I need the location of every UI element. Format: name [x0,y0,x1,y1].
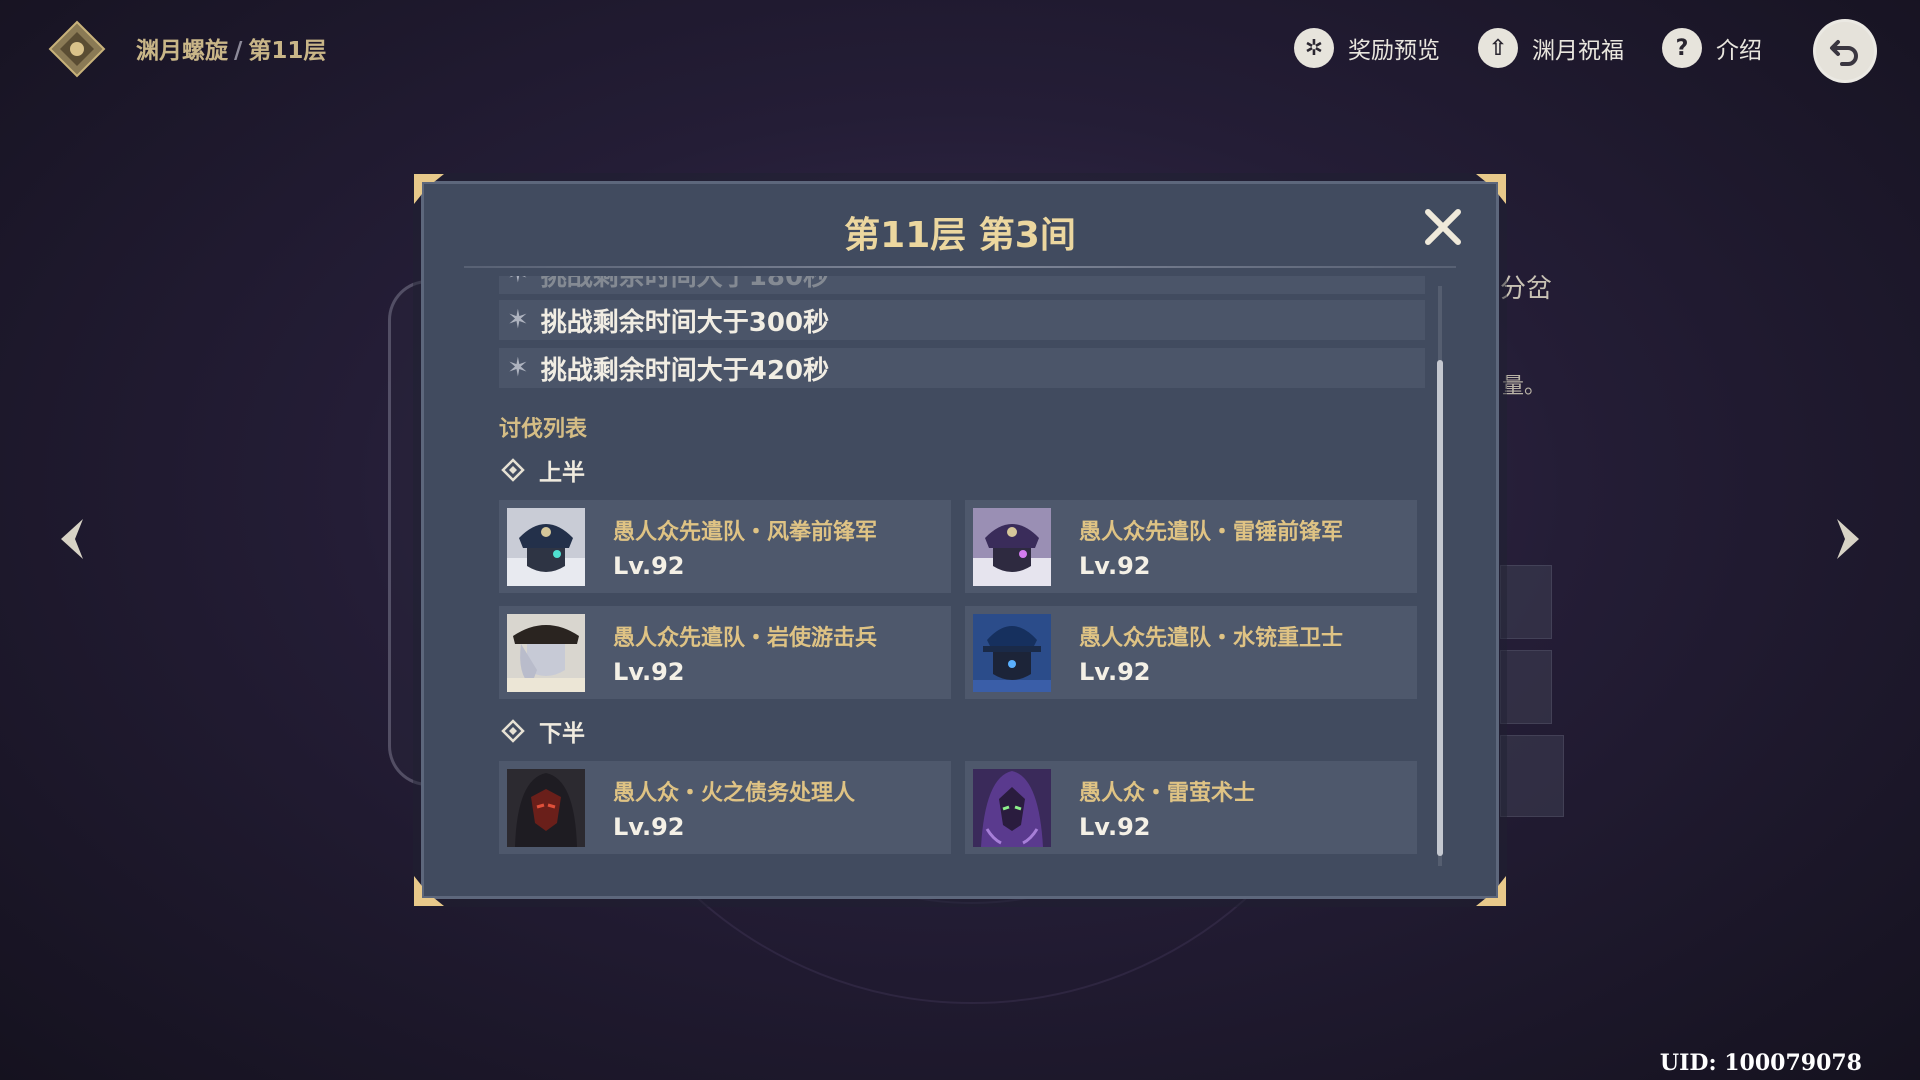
second-half-text: 下半 [539,721,585,747]
corner-ornament-icon [1476,876,1506,906]
breadcrumb-root: 渊月螺旋 [136,38,228,64]
blessing-button[interactable]: ⇧ 渊月祝福 [1478,26,1624,70]
enemy-portrait-image [507,507,585,586]
enemy-card[interactable]: 愚人众・雷萤术士 Lv.92 [965,761,1417,854]
next-chamber-button[interactable] [1822,514,1872,564]
enemy-card[interactable]: 愚人众先遣队・水铳重卫士 Lv.92 [965,606,1417,699]
diamond-icon [501,719,525,743]
breadcrumb: 渊月螺旋 / 第11层 [136,31,326,65]
back-arrow-icon [1830,40,1858,66]
background-lock-slot [1500,735,1564,817]
enemy-card[interactable]: 愚人众・火之债务处理人 Lv.92 [499,761,951,854]
first-half-text: 上半 [539,460,585,486]
enemy-portrait-image [973,507,1051,586]
background-peek-text: 分岔 [1500,274,1553,304]
reward-preview-button[interactable]: ✲ 奖励预览 [1294,26,1440,70]
title-divider [464,266,1456,268]
first-half-label: 上半 [501,453,585,487]
corner-ornament-icon [414,174,444,204]
condition-text: 挑战剩余时间大于420秒 [540,355,830,386]
enemy-card[interactable]: 愚人众先遣队・风拳前锋军 Lv.92 [499,500,951,593]
introduction-button[interactable]: ? 介绍 [1662,26,1762,70]
challenge-condition-row: ✶ 挑战剩余时间大于420秒 [499,348,1425,388]
enemy-level: Lv.92 [613,657,685,686]
breadcrumb-current: 第11层 [248,38,327,64]
star-icon: ✶ [507,305,529,335]
background-lock-slot [1500,650,1552,724]
enemy-portrait-image [973,768,1051,847]
player-uid: UID: 100079078 [1659,1050,1862,1076]
scrollbar-thumb[interactable] [1437,360,1443,856]
chevron-left-icon [61,519,83,559]
blessing-icon: ⇧ [1478,28,1518,68]
chamber-detail-modal: 第11层 第3间 ✶ 挑战剩余时间大于180秒 ✶ 挑战剩余时间大于300秒 ✶… [414,174,1506,906]
enemy-card[interactable]: 愚人众先遣队・雷锤前锋军 Lv.92 [965,500,1417,593]
modal-title: 第11层 第3间 [844,215,1076,256]
enemy-level: Lv.92 [1079,551,1151,580]
close-icon [1425,209,1461,245]
reward-preview-label: 奖励预览 [1348,38,1440,64]
enemy-level: Lv.92 [1079,657,1151,686]
enemy-portrait-image [507,768,585,847]
back-button[interactable] [1813,19,1877,83]
enemy-level: Lv.92 [1079,812,1151,841]
enemy-portrait-image [973,613,1051,692]
condition-text: 挑战剩余时间大于180秒 [540,276,830,292]
introduction-label: 介绍 [1716,38,1762,64]
corner-ornament-icon [1476,174,1506,204]
diamond-icon [501,458,525,482]
condition-text: 挑战剩余时间大于300秒 [540,307,830,338]
enemy-card[interactable]: 愚人众先遣队・岩使游击兵 Lv.92 [499,606,951,699]
enemy-name: 愚人众・雷萤术士 [1079,780,1256,806]
enemy-name: 愚人众先遣队・风拳前锋军 [613,519,878,545]
blessing-label: 渊月祝福 [1532,38,1624,64]
enemy-list-label: 讨伐列表 [499,417,588,442]
enemy-portrait-image [507,613,585,692]
modal-scroll-content[interactable]: ✶ 挑战剩余时间大于180秒 ✶ 挑战剩余时间大于300秒 ✶ 挑战剩余时间大于… [499,276,1429,876]
enemy-name: 愚人众先遣队・岩使游击兵 [613,625,878,651]
background-lock-slot [1500,565,1552,639]
chevron-right-icon [1837,519,1859,559]
help-icon: ? [1662,28,1702,68]
breadcrumb-separator: / [234,38,243,64]
enemy-name: 愚人众・火之债务处理人 [613,780,856,806]
corner-ornament-icon [414,876,444,906]
star-icon: ✶ [507,353,529,383]
enemy-level: Lv.92 [613,812,685,841]
star-icon: ✶ [507,276,529,289]
challenge-condition-row: ✶ 挑战剩余时间大于300秒 [499,300,1425,340]
enemy-name: 愚人众先遣队・雷锤前锋军 [1079,519,1344,545]
challenge-condition-row: ✶ 挑战剩余时间大于180秒 [499,276,1425,294]
reward-icon: ✲ [1294,28,1334,68]
enemy-level: Lv.92 [613,551,685,580]
background-peek-text: 量。 [1502,374,1547,399]
close-button[interactable] [1422,206,1464,248]
second-half-label: 下半 [501,714,585,748]
previous-chamber-button[interactable] [48,514,98,564]
spiral-abyss-logo-icon [48,20,106,78]
enemy-name: 愚人众先遣队・水铳重卫士 [1079,625,1344,651]
